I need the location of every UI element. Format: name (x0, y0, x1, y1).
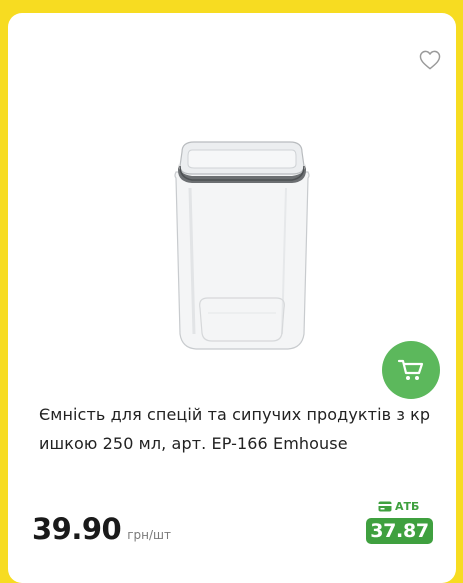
heart-outline-icon (419, 50, 441, 70)
favorite-button[interactable] (419, 50, 441, 70)
add-to-cart-button[interactable] (382, 341, 440, 399)
atb-label-text: АТБ (395, 500, 420, 513)
cart-icon (397, 359, 424, 380)
price-unit: грн/шт (127, 528, 172, 542)
product-title[interactable]: Ємність для спецій та сипучих продуктів … (39, 400, 439, 458)
atb-offer-label: АТБ (378, 500, 419, 513)
price-block: 39.90 грн/шт (32, 512, 171, 546)
product-image[interactable] (168, 138, 316, 353)
price-value: 39.90 (32, 512, 122, 546)
atb-price-badge: 37.87 (366, 518, 433, 544)
product-card[interactable]: Ємність для спецій та сипучих продуктів … (8, 13, 456, 583)
card-icon (378, 501, 392, 512)
